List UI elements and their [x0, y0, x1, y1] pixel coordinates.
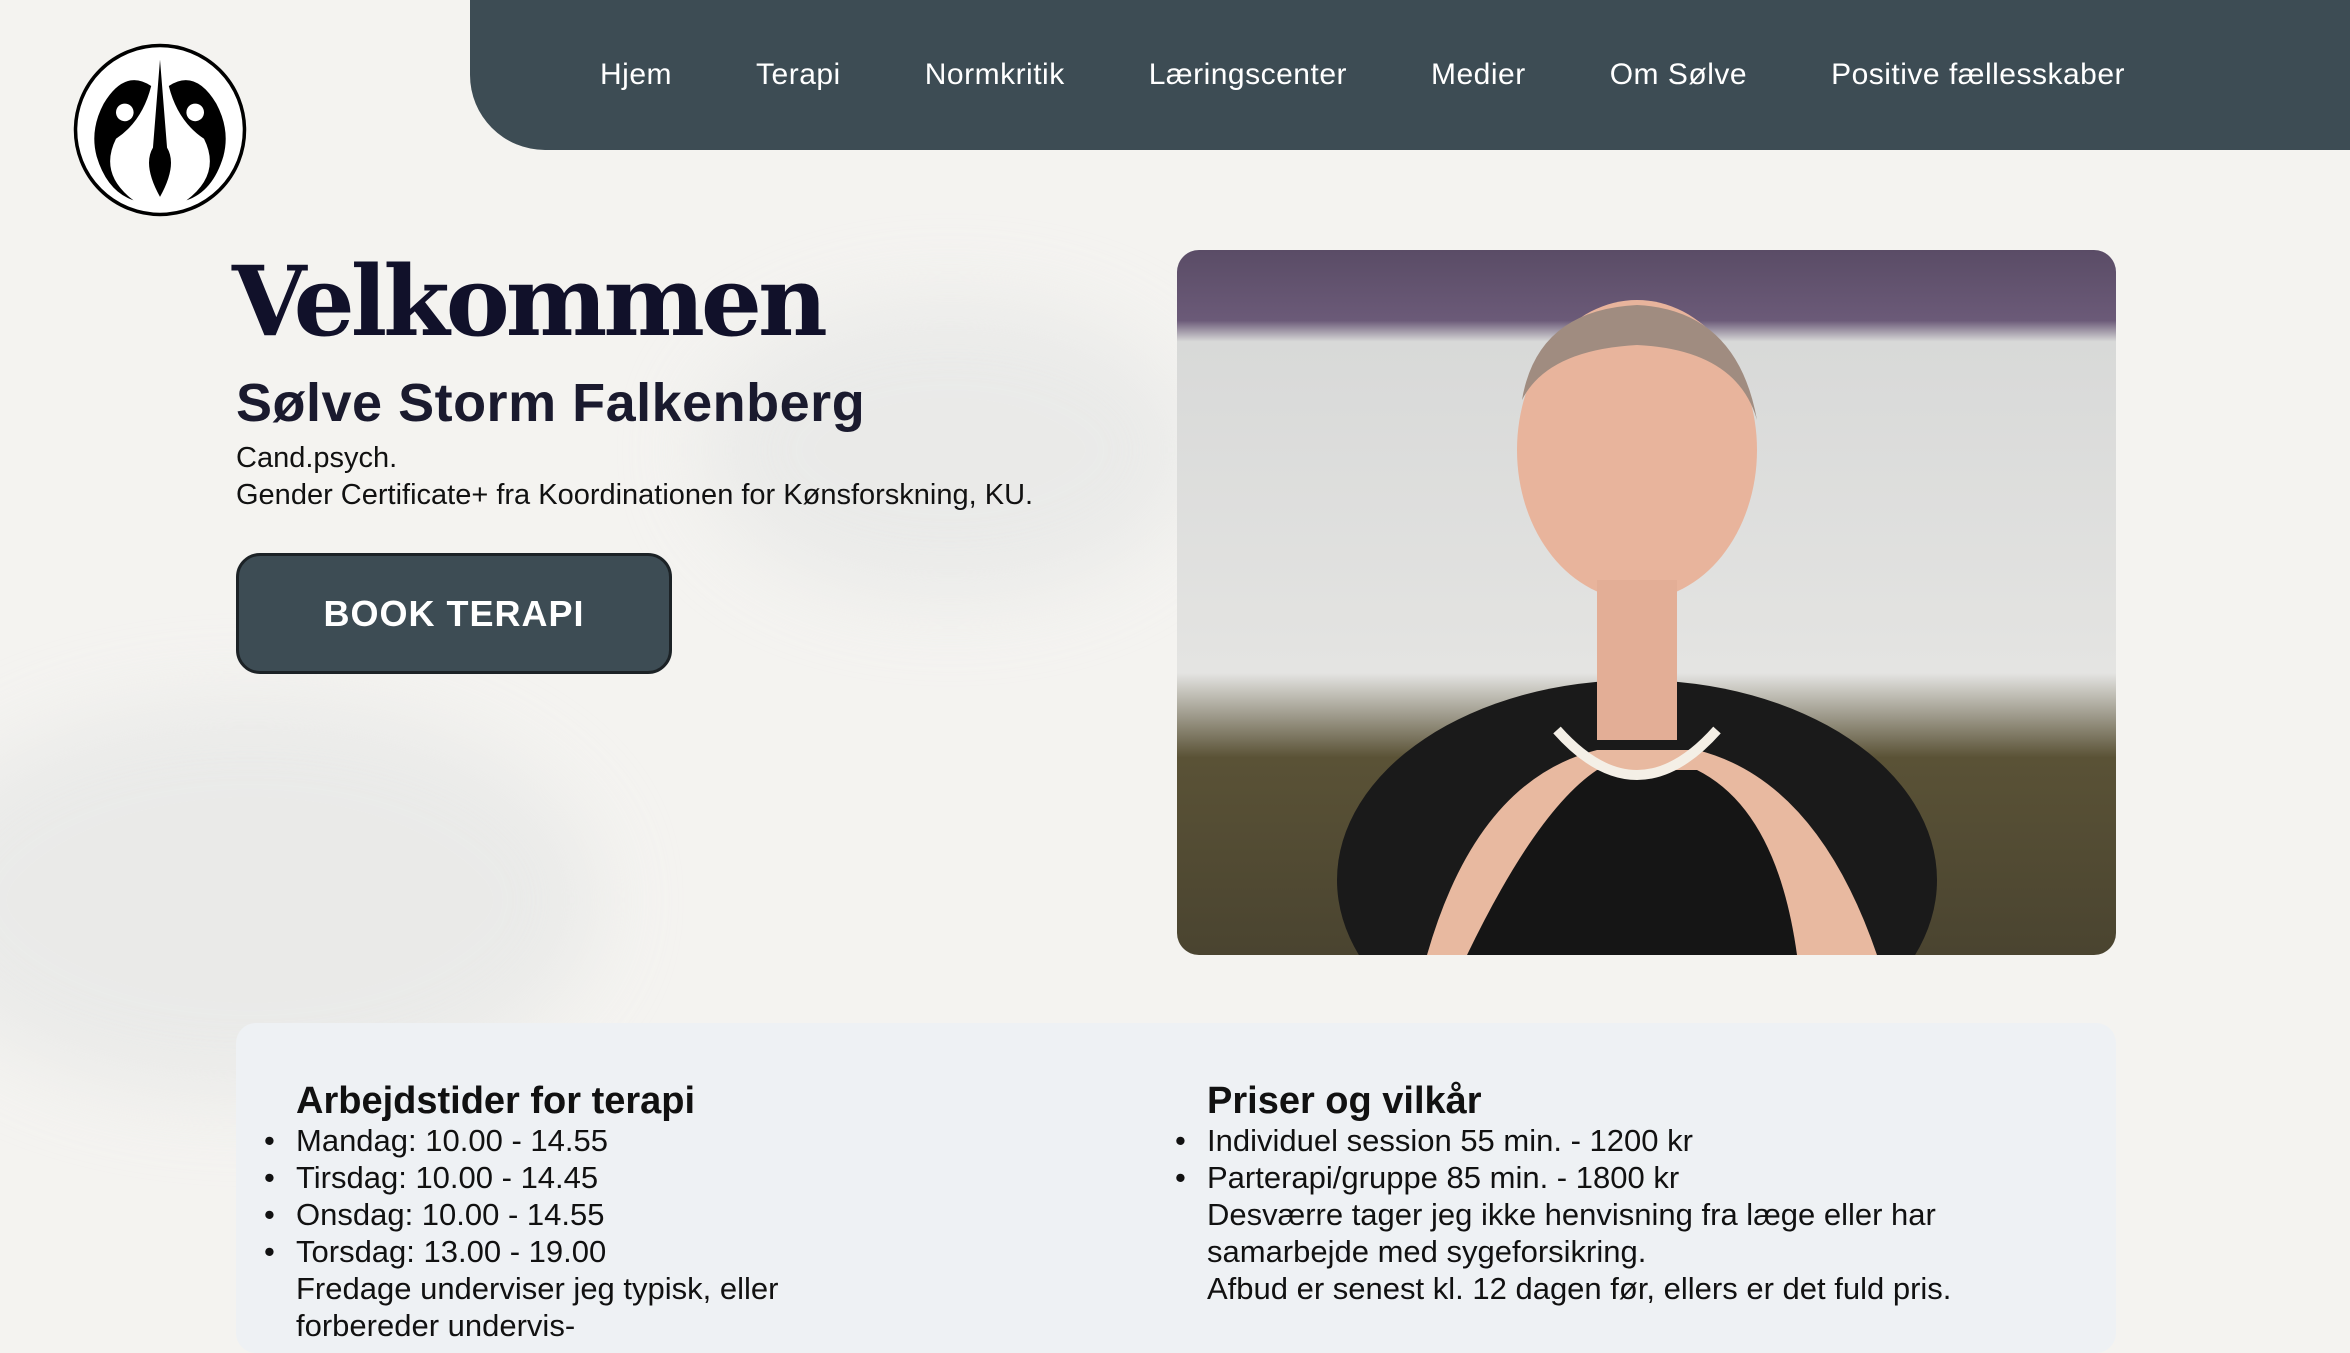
nav-hjem[interactable]: Hjem — [600, 58, 672, 92]
nav-om-solve[interactable]: Om Sølve — [1610, 58, 1747, 92]
main-nav: Hjem Terapi Normkritik Læringscenter Med… — [470, 0, 2350, 150]
logo-icon[interactable] — [72, 42, 248, 218]
hours-note: Fredage underviser jeg typisk, eller for… — [296, 1271, 779, 1343]
page-title: Velkommen — [232, 245, 828, 358]
nav-positive-faellesskaber[interactable]: Positive fællesskaber — [1831, 58, 2125, 92]
hours-section: Arbejdstider for terapi Mandag: 10.00 - … — [264, 1080, 856, 1344]
nav-laeringscenter[interactable]: Læringscenter — [1149, 58, 1347, 92]
info-card: Arbejdstider for terapi Mandag: 10.00 - … — [236, 1023, 2116, 1353]
certificate: Gender Certificate+ fra Koordinationen f… — [236, 479, 1034, 511]
nav-medier[interactable]: Medier — [1431, 58, 1526, 92]
price-item: Individuel session 55 min. - 1200 kr — [1175, 1122, 2007, 1159]
hours-item: Onsdag: 10.00 - 14.55 — [264, 1196, 856, 1233]
nav-terapi[interactable]: Terapi — [756, 58, 841, 92]
prices-title: Priser og vilkår — [1207, 1080, 1482, 1122]
hours-title: Arbejdstider for terapi — [296, 1080, 696, 1122]
hours-item: Mandag: 10.00 - 14.55 — [264, 1122, 856, 1159]
degree: Cand.psych. — [236, 442, 398, 474]
nav-normkritik[interactable]: Normkritik — [925, 58, 1065, 92]
book-therapy-button[interactable]: BOOK TERAPI — [236, 553, 672, 674]
hours-item: Torsdag: 13.00 - 19.00 — [264, 1233, 856, 1270]
referral-note: Desværre tager jeg ikke henvisning fra l… — [1207, 1197, 1936, 1269]
therapist-name: Sølve Storm Falkenberg — [236, 373, 866, 433]
credentials: Cand.psych. Gender Certificate+ fra Koor… — [236, 440, 1033, 514]
cancellation-note: Afbud er senest kl. 12 dagen før, ellers… — [1207, 1271, 1952, 1306]
price-item: Parterapi/gruppe 85 min. - 1800 kr — [1175, 1159, 2007, 1196]
portrait-photo — [1177, 250, 2116, 955]
hours-item: Tirsdag: 10.00 - 14.45 — [264, 1159, 856, 1196]
prices-section: Priser og vilkår Individuel session 55 m… — [1175, 1080, 2007, 1307]
